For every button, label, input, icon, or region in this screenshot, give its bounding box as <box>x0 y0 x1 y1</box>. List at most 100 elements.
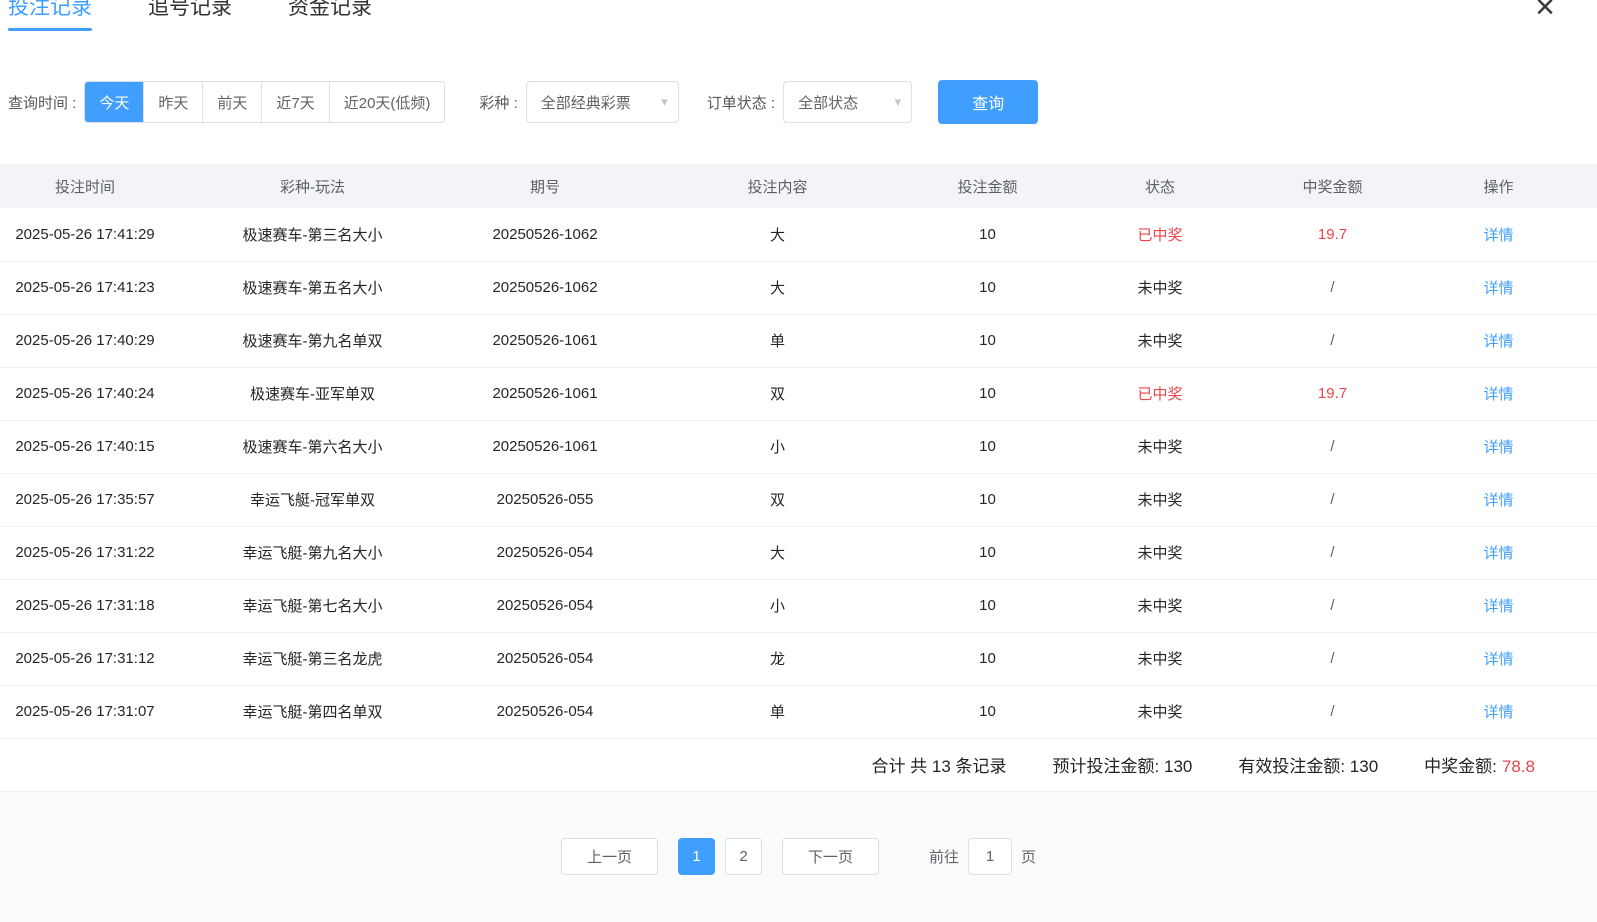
detail-link[interactable]: 详情 <box>1483 333 1513 350</box>
cell-issue: 20250526-1061 <box>455 420 635 473</box>
cell-game-play: 极速赛车-第九名单双 <box>170 314 455 367</box>
time-filter-7days[interactable]: 近7天 <box>261 82 328 122</box>
cell-game-play: 幸运飞艇-冠军单双 <box>170 473 455 526</box>
cell-bet-amount: 10 <box>920 632 1055 685</box>
cell-bet-amount: 10 <box>920 526 1055 579</box>
tab-chase-records[interactable]: 追号记录 <box>148 0 232 31</box>
cell-status: 已中奖 <box>1055 208 1265 261</box>
cell-game-play: 极速赛车-第六名大小 <box>170 420 455 473</box>
cell-game-play: 幸运飞艇-第七名大小 <box>170 579 455 632</box>
cell-game-play: 幸运飞艇-第九名大小 <box>170 526 455 579</box>
table-row: 2025-05-26 17:31:12 幸运飞艇-第三名龙虎 20250526-… <box>0 632 1597 685</box>
table-header-row: 投注时间 彩种-玩法 期号 投注内容 投注金额 状态 中奖金额 操作 <box>0 164 1597 208</box>
goto-unit-label: 页 <box>1021 846 1036 867</box>
header-game-play: 彩种-玩法 <box>170 164 455 208</box>
cell-bet-amount: 10 <box>920 314 1055 367</box>
cell-status: 未中奖 <box>1055 473 1265 526</box>
cell-issue: 20250526-1061 <box>455 314 635 367</box>
detail-link[interactable]: 详情 <box>1483 704 1513 721</box>
cell-prize: 19.7 <box>1265 208 1400 261</box>
time-filter-yesterday[interactable]: 昨天 <box>143 82 202 122</box>
cell-issue: 20250526-054 <box>455 579 635 632</box>
cell-issue: 20250526-1062 <box>455 208 635 261</box>
detail-link[interactable]: 详情 <box>1483 386 1513 403</box>
order-status-select[interactable]: 全部状态 ▾ <box>783 81 912 123</box>
next-page-button[interactable]: 下一页 <box>782 838 879 875</box>
header-status: 状态 <box>1055 164 1265 208</box>
summary-bar: 合计 共 13 条记录 预计投注金额: 130 有效投注金额: 130 中奖金额… <box>0 739 1597 792</box>
time-filter-20days[interactable]: 近20天(低频) <box>329 82 445 122</box>
cell-issue: 20250526-055 <box>455 473 635 526</box>
header-bet-amount: 投注金额 <box>920 164 1055 208</box>
order-status-value: 全部状态 <box>798 92 858 113</box>
time-filter-group: 今天 昨天 前天 近7天 近20天(低频) <box>84 81 445 123</box>
query-time-label: 查询时间 : <box>8 92 76 113</box>
betting-records-table: 投注时间 彩种-玩法 期号 投注内容 投注金额 状态 中奖金额 操作 2025-… <box>0 164 1597 739</box>
cell-game-play: 极速赛车-第五名大小 <box>170 261 455 314</box>
detail-link[interactable]: 详情 <box>1483 598 1513 615</box>
cell-bet-content: 大 <box>635 208 920 261</box>
detail-link[interactable]: 详情 <box>1483 227 1513 244</box>
cell-issue: 20250526-054 <box>455 685 635 738</box>
detail-link[interactable]: 详情 <box>1483 545 1513 562</box>
cell-actions: 详情 <box>1400 473 1597 526</box>
table-row: 2025-05-26 17:40:29 极速赛车-第九名单双 20250526-… <box>0 314 1597 367</box>
cell-prize: / <box>1265 526 1400 579</box>
table-row: 2025-05-26 17:31:22 幸运飞艇-第九名大小 20250526-… <box>0 526 1597 579</box>
time-filter-day-before[interactable]: 前天 <box>202 82 261 122</box>
order-status-label: 订单状态 : <box>707 92 775 113</box>
cell-bet-amount: 10 <box>920 261 1055 314</box>
header-bet-time: 投注时间 <box>0 164 170 208</box>
cell-bet-amount: 10 <box>920 473 1055 526</box>
cell-bet-content: 双 <box>635 367 920 420</box>
cell-status: 未中奖 <box>1055 526 1265 579</box>
tab-fund-records[interactable]: 资金记录 <box>288 0 372 31</box>
cell-actions: 详情 <box>1400 261 1597 314</box>
cell-game-play: 极速赛车-第三名大小 <box>170 208 455 261</box>
search-button[interactable]: 查询 <box>938 80 1038 124</box>
cell-bet-content: 大 <box>635 526 920 579</box>
filter-bar: 查询时间 : 今天 昨天 前天 近7天 近20天(低频) 彩种 : 全部经典彩票… <box>0 80 1597 124</box>
detail-link[interactable]: 详情 <box>1483 492 1513 509</box>
detail-link[interactable]: 详情 <box>1483 280 1513 297</box>
header-bet-content: 投注内容 <box>635 164 920 208</box>
cell-bet-time: 2025-05-26 17:41:23 <box>0 261 170 314</box>
close-icon[interactable]: × <box>1535 0 1555 24</box>
cell-game-play: 幸运飞艇-第三名龙虎 <box>170 632 455 685</box>
table-row: 2025-05-26 17:31:18 幸运飞艇-第七名大小 20250526-… <box>0 579 1597 632</box>
table-row: 2025-05-26 17:31:07 幸运飞艇-第四名单双 20250526-… <box>0 685 1597 738</box>
page-button-2[interactable]: 2 <box>725 838 762 875</box>
time-filter-today[interactable]: 今天 <box>85 82 143 122</box>
header-prize: 中奖金额 <box>1265 164 1400 208</box>
detail-link[interactable]: 详情 <box>1483 439 1513 456</box>
summary-prize: 中奖金额:78.8 <box>1424 752 1535 777</box>
goto-page: 前往 页 <box>929 838 1036 875</box>
goto-page-input[interactable] <box>968 838 1012 875</box>
cell-bet-time: 2025-05-26 17:35:57 <box>0 473 170 526</box>
table-row: 2025-05-26 17:40:24 极速赛车-亚军单双 20250526-1… <box>0 367 1597 420</box>
cell-bet-time: 2025-05-26 17:40:15 <box>0 420 170 473</box>
cell-bet-content: 大 <box>635 261 920 314</box>
cell-issue: 20250526-1062 <box>455 261 635 314</box>
table-row: 2025-05-26 17:35:57 幸运飞艇-冠军单双 20250526-0… <box>0 473 1597 526</box>
chevron-down-icon: ▾ <box>895 94 902 110</box>
cell-actions: 详情 <box>1400 632 1597 685</box>
prev-page-button[interactable]: 上一页 <box>561 838 658 875</box>
cell-bet-content: 小 <box>635 579 920 632</box>
cell-bet-content: 双 <box>635 473 920 526</box>
cell-status: 未中奖 <box>1055 579 1265 632</box>
summary-prize-label: 中奖金额: <box>1424 757 1497 776</box>
cell-issue: 20250526-054 <box>455 526 635 579</box>
detail-link[interactable]: 详情 <box>1483 651 1513 668</box>
page-button-1[interactable]: 1 <box>678 838 715 875</box>
cell-prize: / <box>1265 261 1400 314</box>
tab-betting-records[interactable]: 投注记录 <box>8 0 92 31</box>
cell-bet-time: 2025-05-26 17:40:29 <box>0 314 170 367</box>
cell-actions: 详情 <box>1400 208 1597 261</box>
cell-bet-amount: 10 <box>920 420 1055 473</box>
cell-status: 未中奖 <box>1055 632 1265 685</box>
cell-bet-time: 2025-05-26 17:31:07 <box>0 685 170 738</box>
cell-game-play: 极速赛车-亚军单双 <box>170 367 455 420</box>
lottery-type-select[interactable]: 全部经典彩票 ▾ <box>526 81 679 123</box>
table-row: 2025-05-26 17:41:29 极速赛车-第三名大小 20250526-… <box>0 208 1597 261</box>
